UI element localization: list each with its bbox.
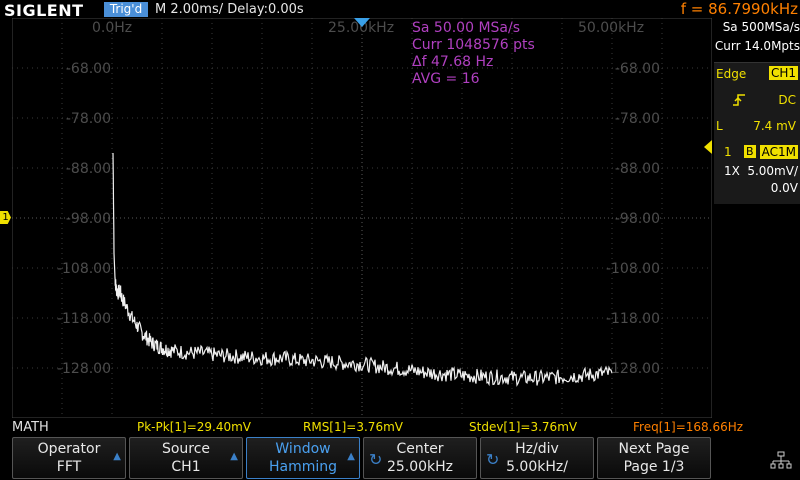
freq-label-start: 0.0Hz (92, 20, 132, 36)
y-tick-label: -68.00 (615, 61, 660, 77)
y-tick-label: -78.00 (66, 111, 111, 127)
y-tick-label: -108.00 (57, 261, 111, 277)
network-icon (770, 451, 792, 469)
menu-arrow-icon: ▲ (347, 451, 355, 462)
freq-label-end: 50.00kHz (578, 20, 644, 36)
acq-memory-depth: Curr 14.0Mpts (714, 39, 800, 53)
waveform-display[interactable]: 0.0Hz 25.00kHz 50.00kHz -68.00 -78.00 -88.… (12, 18, 712, 418)
softkey-value: 25.00kHz (386, 459, 454, 475)
right-info-panel: Sa 500MSa/s Curr 14.0Mpts Edge CH1 DC L … (714, 18, 800, 418)
trigger-level-marker[interactable] (704, 140, 712, 154)
y-tick-label: -128.00 (57, 361, 111, 377)
trigger-info-box[interactable]: Edge CH1 DC L 7.4 mV (714, 62, 800, 148)
fft-averages: AVG = 16 (412, 71, 480, 87)
trigger-status-badge: Trig'd (104, 2, 148, 17)
softkey-title: Source (161, 441, 211, 457)
trigger-level-label: L (716, 119, 723, 133)
channel1-info-box[interactable]: 1 B AC1M 1X 5.00mV/ 0.0V (714, 142, 800, 204)
bandwidth-limit-badge: B (744, 145, 756, 158)
next-page-softkey[interactable]: Next Page Page 1/3 (597, 437, 711, 479)
acq-sample-rate: Sa 500MSa/s (722, 20, 800, 34)
hz-div-softkey[interactable]: ↻ Hz/div 5.00kHz/ (480, 437, 594, 479)
meas-stdev: Stdev[1]=3.76mV (469, 420, 578, 434)
softkey-value: 5.00kHz/ (506, 459, 568, 475)
top-status-bar: SIGLENT Trig'd M 2.00ms/ Delay:0.00s f =… (0, 0, 800, 20)
ch1-offset-marker[interactable]: 1 (0, 211, 11, 224)
operator-softkey[interactable]: Operator FFT ▲ (12, 437, 126, 479)
timebase-readout: M 2.00ms/ Delay:0.00s (155, 2, 304, 17)
center-softkey[interactable]: ↻ Center 25.00kHz (363, 437, 477, 479)
channel-offset: 0.0V (770, 181, 798, 195)
channel-coupling: AC1M (759, 145, 798, 159)
softkey-title: Operator (37, 441, 101, 457)
y-tick-label: -108.00 (606, 261, 660, 277)
trigger-level: 7.4 mV (753, 119, 796, 133)
y-tick-label: -118.00 (606, 311, 660, 327)
trigger-source: CH1 (768, 66, 798, 80)
fft-points: Curr 1048576 pts (412, 37, 535, 53)
softkey-title: Hz/div (515, 441, 559, 457)
window-softkey[interactable]: Window Hamming ▲ (246, 437, 360, 479)
softkey-title: Window (275, 441, 331, 457)
softkey-value: Page 1/3 (623, 459, 685, 475)
y-tick-label: -78.00 (615, 111, 660, 127)
menu-arrow-icon: ▲ (113, 451, 121, 462)
fft-plot: 0.0Hz 25.00kHz 50.00kHz -68.00-78.00-88.… (12, 18, 712, 418)
fft-delta-f: Δf 47.68 Hz (412, 54, 493, 70)
measurement-bar: MATH Pk-Pk[1]=29.40mV RMS[1]=3.76mV Stde… (0, 420, 800, 436)
softkey-value: FFT (56, 459, 82, 475)
trigger-mode: Edge (716, 67, 747, 81)
source-softkey[interactable]: Source CH1 ▲ (129, 437, 243, 479)
softkey-value: Hamming (268, 459, 338, 475)
meas-freq: Freq[1]=168.66Hz (633, 420, 744, 434)
trigger-coupling: DC (778, 93, 796, 107)
rising-edge-icon (733, 94, 745, 106)
soft-menu-bar: Operator FFT ▲ Source CH1 ▲ Window Hammi… (0, 437, 800, 480)
y-tick-label: -88.00 (66, 161, 111, 177)
y-tick-label: -98.00 (66, 211, 111, 227)
softkey-value: CH1 (171, 459, 201, 475)
softkey-title: Center (396, 441, 444, 457)
fft-sample-rate: Sa 50.00 MSa/s (412, 20, 520, 36)
y-tick-label: -128.00 (606, 361, 660, 377)
y-tick-label: -98.00 (615, 211, 660, 227)
channel-number: 1 (724, 145, 732, 159)
y-tick-label: -68.00 (66, 61, 111, 77)
y-tick-label: -118.00 (57, 311, 111, 327)
meas-rms: RMS[1]=3.76mV (303, 420, 403, 434)
softkey-title: Next Page (618, 441, 690, 457)
probe-attenuation: 1X (724, 164, 740, 178)
math-mode-label: MATH (12, 420, 49, 435)
y-tick-label: -88.00 (615, 161, 660, 177)
frequency-counter-readout: f = 86.7990kHz (680, 0, 798, 18)
meas-pkpk: Pk-Pk[1]=29.40mV (137, 420, 252, 434)
menu-arrow-icon: ▲ (230, 451, 238, 462)
volts-per-div: 5.00mV/ (747, 164, 798, 178)
